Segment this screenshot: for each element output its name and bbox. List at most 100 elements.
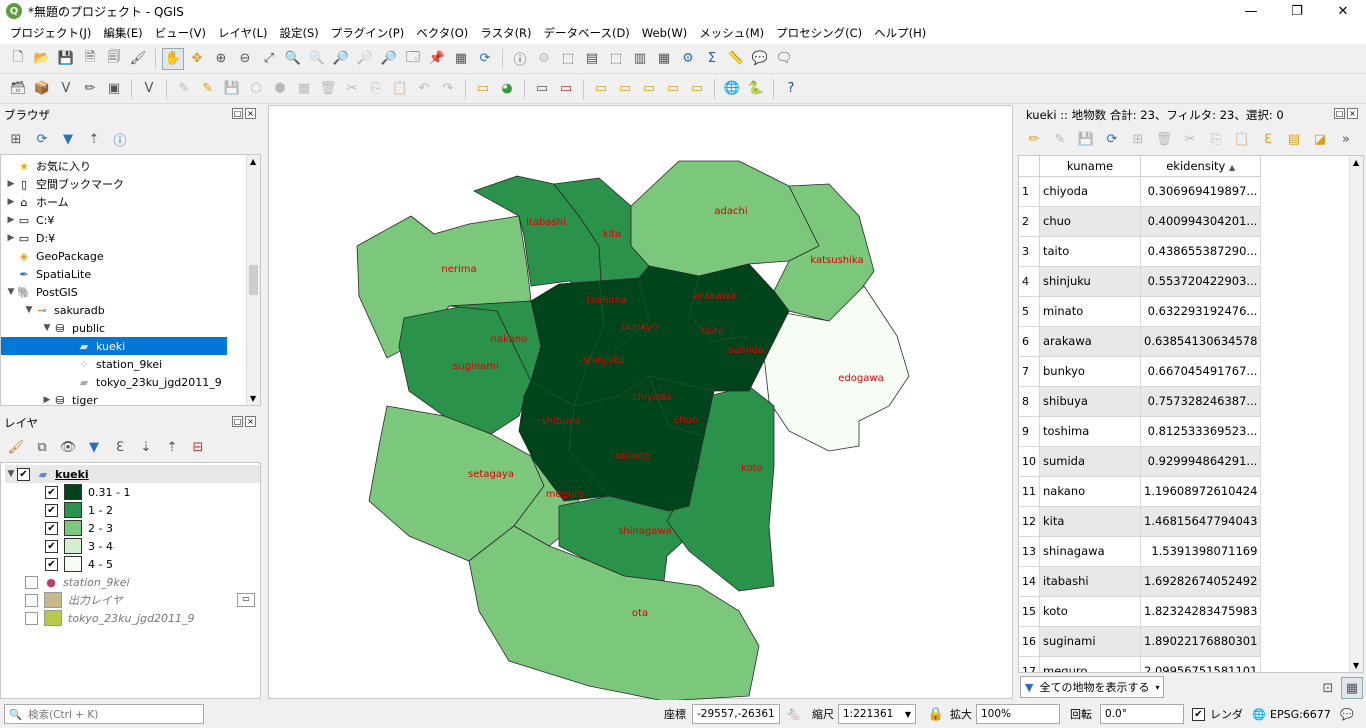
diagram-icon[interactable]: ◕ <box>496 78 518 100</box>
new-geopackage-icon[interactable]: 📦 <box>31 78 53 100</box>
add-group-icon[interactable]: ⧉ <box>31 436 53 458</box>
tree-item-tiger[interactable]: ▶ ⛁ tiger <box>41 391 98 409</box>
row-number[interactable]: 17 <box>1019 656 1040 672</box>
change-label-icon[interactable]: ▭ <box>662 78 684 100</box>
info-icon[interactable]: ⓘ <box>109 128 131 150</box>
tree-item-tokyo[interactable]: ▰ tokyo_23ku_jgd2011_9 <box>77 373 222 391</box>
map-canvas[interactable]: itabashi kita adachi katsushika nerima t… <box>268 105 1013 702</box>
tree-item-postgis[interactable]: ▼ 🐘 PostGIS <box>5 283 78 301</box>
gps-icon[interactable]: ▣ <box>103 78 125 100</box>
filter-features-button[interactable]: ▼ 全ての地物を表示する ▾ <box>1020 676 1164 698</box>
float-panel-icon[interactable]: □ <box>1334 108 1345 119</box>
cell-kuname[interactable]: toshima <box>1039 416 1141 447</box>
zoom-next-icon[interactable]: 🔎 <box>378 48 400 70</box>
locator-search-input[interactable]: 🔍 検索(Ctrl + K) <box>4 704 204 724</box>
close-panel-icon[interactable]: × <box>245 416 256 427</box>
toggle-extents-icon[interactable]: 🐁 <box>783 703 805 725</box>
legend-item[interactable]: ✔ 0.31 - 1 <box>45 483 130 501</box>
python-console-icon[interactable]: V <box>138 78 160 100</box>
add-feature-icon[interactable]: ⬡ <box>245 78 267 100</box>
table-row[interactable]: 9 toshima 0.812533369523... <box>1019 416 1262 447</box>
toggle-editing-icon[interactable]: ✏ <box>1023 128 1045 150</box>
table-row[interactable]: 10 sumida 0.929994864291... <box>1019 446 1262 477</box>
redo-icon[interactable]: ↷ <box>437 78 459 100</box>
cell-ekidensity[interactable]: 1.5391398071169 <box>1140 536 1262 567</box>
move-label-icon[interactable]: ▭ <box>614 78 636 100</box>
layer-visibility-checkbox[interactable] <box>25 593 38 607</box>
cell-kuname[interactable]: shinagawa <box>1039 536 1141 567</box>
magnifier-field[interactable]: 100% <box>976 704 1060 724</box>
table-row[interactable]: 6 arakawa 0.63854130634578 <box>1019 326 1262 357</box>
undo-icon[interactable]: ↶ <box>413 78 435 100</box>
minimize-button[interactable]: — <box>1228 0 1274 22</box>
delete-feature-icon[interactable]: 🗑 <box>1153 128 1175 150</box>
help-icon[interactable]: ? <box>780 78 802 100</box>
cell-kuname[interactable]: minato <box>1039 296 1141 327</box>
menu-settings[interactable]: 設定(S) <box>274 25 325 41</box>
map-tips-icon[interactable]: 💬 <box>749 48 771 70</box>
label-properties-icon[interactable]: ▭ <box>686 78 708 100</box>
cell-kuname[interactable]: shinjuku <box>1039 266 1141 297</box>
table-row[interactable]: 15 koto 1.82324283475983 <box>1019 596 1262 627</box>
legend-checkbox[interactable]: ✔ <box>45 521 58 535</box>
row-number[interactable]: 4 <box>1019 266 1040 297</box>
table-row[interactable]: 17 meguro 2.09956751581101 <box>1019 656 1262 672</box>
menu-vector[interactable]: ベクタ(O) <box>410 25 474 41</box>
lock-scale-icon[interactable]: 🔒 <box>925 703 947 725</box>
layout-manager-icon[interactable]: 🗐 <box>103 48 125 70</box>
layer-output[interactable]: 出力レイヤ <box>25 591 123 609</box>
zoom-native-icon[interactable]: 🔎 <box>330 48 352 70</box>
layer-styling-icon[interactable]: 🖌 <box>5 436 27 458</box>
table-row[interactable]: 11 nakano 1.19608972610424 <box>1019 476 1262 507</box>
table-scrollbar[interactable]: ▲ ▼ <box>1349 156 1363 672</box>
rotate-label-icon[interactable]: ▭ <box>638 78 660 100</box>
tree-item-spatialite[interactable]: ✒ SpatiaLite <box>5 265 91 283</box>
column-header-kuname[interactable]: kuname <box>1039 156 1141 177</box>
close-panel-icon[interactable]: × <box>245 108 256 119</box>
plugin-globe-icon[interactable]: 🌐 <box>721 78 743 100</box>
legend-item[interactable]: ✔ 3 - 4 <box>45 537 113 555</box>
legend-checkbox[interactable]: ✔ <box>45 503 58 517</box>
table-row[interactable]: 5 minato 0.632293192476... <box>1019 296 1262 327</box>
legend-checkbox[interactable]: ✔ <box>45 539 58 553</box>
new-print-layout-icon[interactable]: 🗎 <box>79 48 101 70</box>
tree-item-d-drive[interactable]: ▶ ▭ D:¥ <box>5 229 56 247</box>
rotation-field[interactable]: 0.0° <box>1100 704 1184 724</box>
table-row[interactable]: 3 taito 0.438655387290... <box>1019 236 1262 267</box>
layer-visibility-checkbox[interactable] <box>25 575 38 589</box>
row-number[interactable]: 13 <box>1019 536 1040 567</box>
more-tools-icon[interactable]: » <box>1335 128 1357 150</box>
row-number[interactable]: 16 <box>1019 626 1040 657</box>
zoom-to-selection-icon[interactable]: 🔍 <box>282 48 304 70</box>
copy-icon[interactable]: ⎘ <box>365 78 387 100</box>
copy-icon[interactable]: ⎘ <box>1205 128 1227 150</box>
zoom-to-layer-icon[interactable]: 🔍 <box>306 48 328 70</box>
annotation-icon[interactable]: 🗨 <box>773 48 795 70</box>
new-project-icon[interactable]: 🗋 <box>7 48 29 70</box>
measure-icon[interactable]: 📏 <box>725 48 747 70</box>
cell-kuname[interactable]: koto <box>1039 596 1141 627</box>
refresh-icon[interactable]: ⟳ <box>474 48 496 70</box>
cell-ekidensity[interactable]: 1.19608972610424 <box>1140 476 1262 507</box>
float-panel-icon[interactable]: □ <box>232 108 243 119</box>
cell-ekidensity[interactable]: 1.46815647794043 <box>1140 506 1262 537</box>
cell-kuname[interactable]: nakano <box>1039 476 1141 507</box>
table-row[interactable]: 16 suginami 1.89022176880301 <box>1019 626 1262 657</box>
layer-visibility-checkbox[interactable] <box>25 611 38 625</box>
cell-kuname[interactable]: sumida <box>1039 446 1141 477</box>
cut-icon[interactable]: ✂ <box>341 78 363 100</box>
cell-kuname[interactable]: kita <box>1039 506 1141 537</box>
label-toolbar-icon[interactable]: ▭ <box>472 78 494 100</box>
row-number[interactable]: 10 <box>1019 446 1040 477</box>
cell-ekidensity[interactable]: 0.438655387290... <box>1140 236 1262 267</box>
table-row[interactable]: 12 kita 1.46815647794043 <box>1019 506 1262 537</box>
cell-ekidensity[interactable]: 2.09956751581101 <box>1140 656 1262 672</box>
save-edits-icon[interactable]: 💾 <box>221 78 243 100</box>
row-number[interactable]: 15 <box>1019 596 1040 627</box>
layer-tokyo[interactable]: tokyo_23ku_jgd2011_9 <box>25 609 195 627</box>
cell-kuname[interactable]: arakawa <box>1039 326 1141 357</box>
legend-item[interactable]: ✔ 4 - 5 <box>45 555 113 573</box>
legend-item[interactable]: ✔ 2 - 3 <box>45 519 113 537</box>
row-number[interactable]: 8 <box>1019 386 1040 417</box>
select-all-icon[interactable]: ▤ <box>1283 128 1305 150</box>
